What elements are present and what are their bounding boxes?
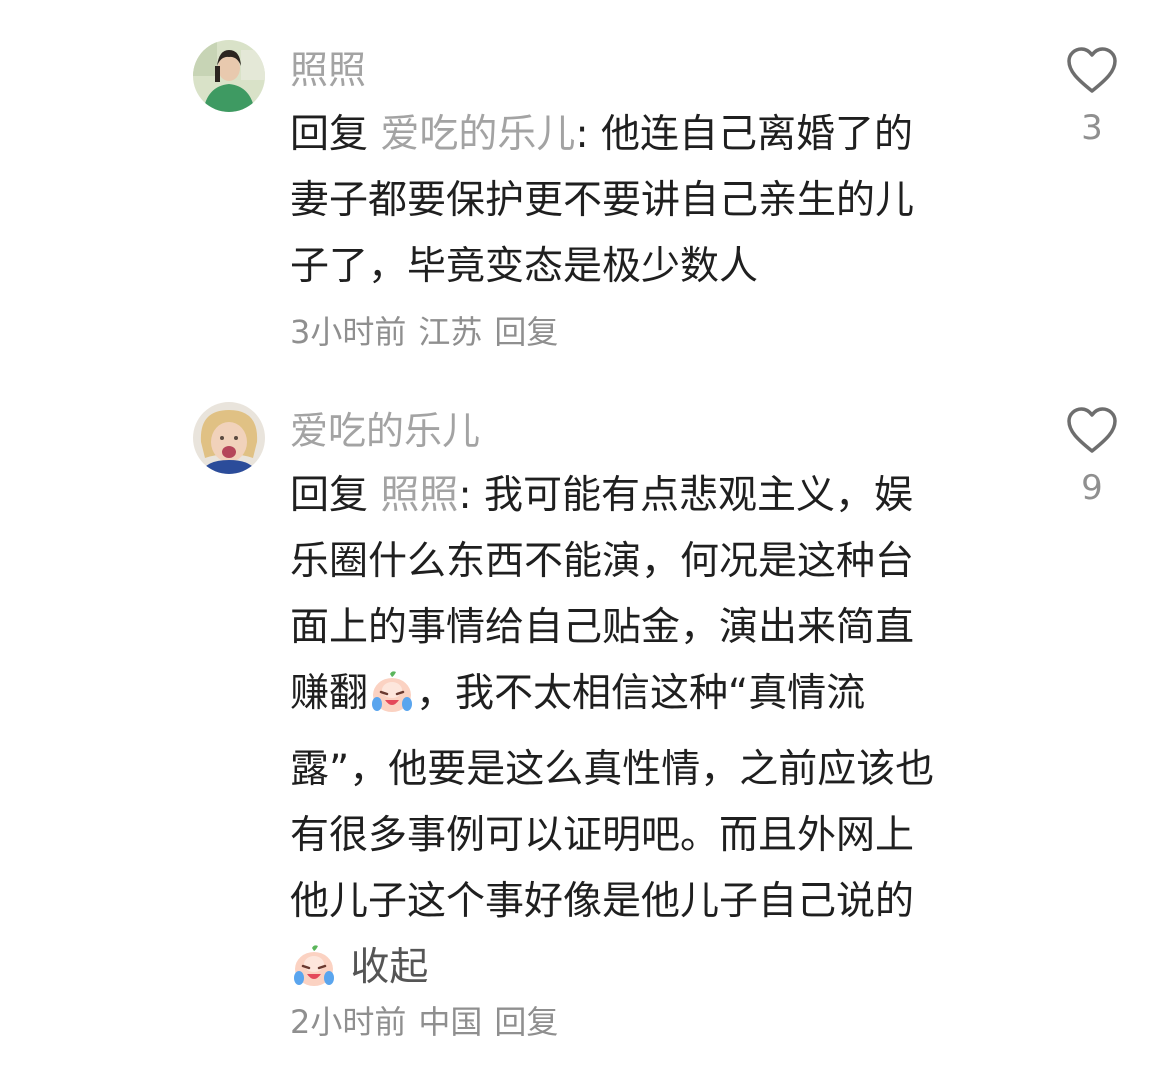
timestamp: 2小时前 [290,1003,407,1041]
comment-line: 乐圈什么东西不能演，何况是这种台 [290,539,915,584]
comment-meta: 2小时前 中国 回复 [290,999,570,1045]
avatar-child-image [193,402,265,474]
like-button[interactable]: 3 [1060,46,1124,148]
location: 中国 [418,1003,483,1041]
like-button[interactable]: 9 [1060,406,1124,508]
comment-text: ，我不太相信这种“真情流 [416,671,866,716]
heart-icon [1067,407,1117,453]
username[interactable]: 照照 [290,43,366,97]
timestamp: 3小时前 [290,313,407,351]
comment-text: 他连自己离婚了的 [600,112,913,157]
reply-button[interactable]: 回复 [494,1003,558,1041]
location: 江苏 [418,313,483,351]
avatar[interactable] [193,402,265,474]
comment-line: 子了，毕竟变态是极少数人 [290,244,759,289]
comment-line: 赚翻 ，我不太相信这种“真情流 [290,661,1010,737]
comment-body[interactable]: 回复 爱吃的乐儿: 他连自己离婚了的 妻子都要保护更不要讲自己亲生的儿 子了，毕… [290,102,1010,300]
like-count: 3 [1081,108,1103,148]
comment-text: 赚翻 [290,671,369,716]
comment-line: 露”，他要是这么真性情，之前应该也 [290,747,935,792]
comment-line: 回复 照照: 我可能有点悲观主义，娱 [290,473,913,518]
collapse-button[interactable]: 收起 [350,945,428,990]
like-count: 9 [1081,468,1103,508]
comment-text: 我可能有点悲观主义，娱 [483,473,913,518]
avatar[interactable] [193,40,265,112]
comment-body[interactable]: 回复 照照: 我可能有点悲观主义，娱 乐圈什么东西不能演，何况是这种台 面上的事… [290,463,1010,1011]
username[interactable]: 爱吃的乐儿 [290,404,480,458]
reply-to-user[interactable]: 爱吃的乐儿 [380,112,575,157]
comment-line: 有很多事例可以证明吧。而且外网上 [290,813,915,858]
comment-line: 面上的事情给自己贴金，演出来简直 [290,605,915,650]
comment-meta: 3小时前 江苏 回复 [290,309,570,355]
reply-to-user[interactable]: 照照 [380,473,458,518]
comment-line: 他儿子这个事好像是他儿子自己说的 [290,879,915,924]
heart-icon [1067,47,1117,93]
reply-button[interactable]: 回复 [494,313,558,351]
reply-prefix: 回复 [290,112,369,157]
comment-line: 回复 爱吃的乐儿: 他连自己离婚了的 [290,112,913,157]
comment-line: 妻子都要保护更不要讲自己亲生的儿 [290,178,915,223]
reply-prefix: 回复 [290,473,369,518]
crying-laughing-emoji-icon [368,668,416,737]
avatar-woman-green-image [193,40,265,112]
